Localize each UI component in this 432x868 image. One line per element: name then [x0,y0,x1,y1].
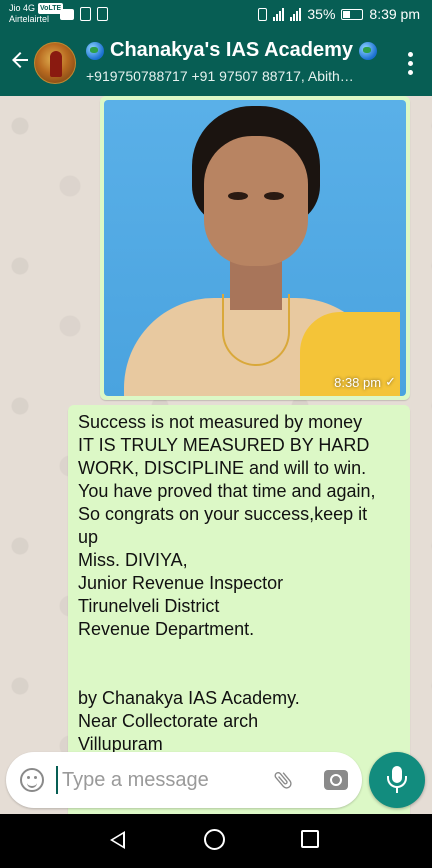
carrier-info: Jio 4G VoLTE Airtelairtel [9,3,64,25]
nav-back-icon[interactable] [110,831,125,849]
message-line: WORK, DISCIPLINE and will to win. [78,458,367,478]
message-photo[interactable]: 8:38 pm ✓ [104,100,406,396]
message-line: Revenue Department. [78,619,255,639]
paperclip-icon[interactable] [272,768,294,792]
mic-button[interactable] [369,752,425,808]
chat-title-text: Chanakya's IAS Academy [110,39,354,61]
notification-icons [60,7,108,21]
message-line: Near Collectorate arch [78,711,259,731]
battery-alert-icon [97,7,108,21]
youtube-notification-icon [60,9,74,20]
globe-icon [359,41,378,60]
message-line: Junior Revenue Inspector [78,573,284,593]
message-line: IT IS TRULY MEASURED BY HARD [78,435,370,455]
message-line: So congrats on your success,keep it [78,504,368,524]
carrier-name-2: Airtelairtel [9,14,50,24]
chat-header: Chanakya's IAS Academy +919750788717 +91… [0,30,432,96]
chat-title[interactable]: Chanakya's IAS Academy [86,39,378,62]
camera-icon[interactable] [324,770,348,790]
system-indicators: 35% 8:39 pm [258,6,420,22]
signal-icon-1 [273,7,285,21]
message-line: You have proved that time and again, [78,481,376,501]
message-line [78,664,400,687]
message-line: Tirunelveli District [78,596,220,616]
system-nav-bar [0,814,432,868]
vibrate-icon [258,7,268,21]
message-line [78,641,400,664]
message-line: Miss. DIVIYA, [78,550,188,570]
status-bar: Jio 4G VoLTE Airtelairtel 35% 8:39 pm [0,0,432,30]
sent-check-icon: ✓ [385,374,396,389]
message-line: Success is not measured by money [78,412,363,432]
more-vert-icon[interactable] [408,52,414,75]
carrier-name-1: Jio 4G [9,3,36,13]
message-line: up [78,527,99,547]
chat-participants[interactable]: +919750788717 +91 97507 88717, Abith… [86,68,386,84]
message-line: by Chanakya IAS Academy. [78,688,300,708]
message-input[interactable] [56,766,256,794]
message-composer [6,752,362,808]
nav-recents-icon[interactable] [301,830,319,848]
battery-percent: 35% [307,6,336,22]
nav-home-icon[interactable] [204,829,225,850]
globe-icon [86,41,104,60]
message-list[interactable]: 8:38 pm ✓ Success is not measured by mon… [0,96,432,814]
battery-icon [341,8,364,20]
message-time: 8:38 pm ✓ [334,374,396,390]
arrow-left-icon[interactable] [8,48,32,72]
signal-icon-2 [290,7,302,21]
clock: 8:39 pm [369,6,420,22]
avatar[interactable] [34,42,76,84]
emoji-icon[interactable] [20,768,44,792]
image-message[interactable]: 8:38 pm ✓ [100,96,410,400]
sim-notification-icon [80,7,91,21]
